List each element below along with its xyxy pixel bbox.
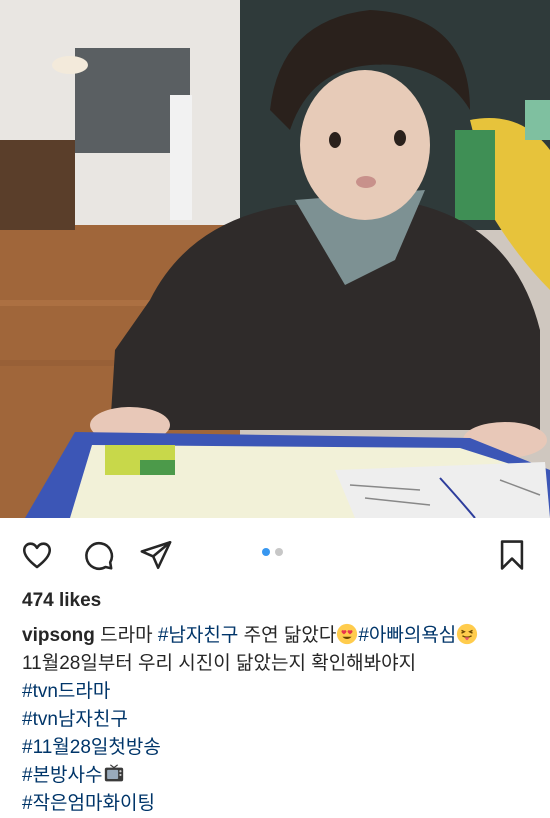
tv-emoji — [104, 764, 123, 782]
bookmark-icon[interactable] — [493, 536, 531, 574]
hashtag-link[interactable]: #tvn남자친구 — [22, 709, 128, 730]
caption-text: 주연 닮았다 — [238, 625, 337, 646]
hashtag-link[interactable]: #작은엄마화이팅 — [22, 793, 155, 814]
carousel-indicator — [262, 548, 283, 556]
tongue-wink-emoji — [457, 623, 478, 645]
caption-line-6: #본방사수 — [22, 762, 537, 790]
username[interactable]: vipsong — [22, 625, 95, 646]
post-caption: vipsong 드라마 #남자친구 주연 닮았다 #아빠의욕심 11월28일부터… — [22, 622, 537, 818]
caption-text: 드라마 — [94, 625, 158, 646]
likes-count[interactable]: 474 likes — [22, 590, 101, 612]
caption-line-5: #11월28일첫방송 — [22, 734, 537, 762]
caption-line-2: 11월28일부터 우리 시진이 닮았는지 확인해봐야지 — [22, 653, 417, 674]
child-at-table-image — [0, 0, 550, 518]
comment-icon[interactable] — [79, 536, 117, 574]
hashtag-link[interactable]: #남자친구 — [158, 625, 239, 646]
caption-line-4: #tvn남자친구 — [22, 706, 537, 734]
caption-line-7: #작은엄마화이팅 — [22, 790, 537, 818]
hashtag-link[interactable]: #아빠의욕심 — [358, 625, 456, 646]
caption-line-3: #tvn드라마 — [22, 678, 537, 706]
hashtag-link[interactable]: #tvn드라마 — [22, 681, 110, 702]
post-photo[interactable] — [0, 0, 550, 518]
hashtag-link[interactable]: #본방사수 — [22, 765, 103, 786]
carousel-dot-active — [262, 548, 270, 556]
hashtag-link[interactable]: #11월28일첫방송 — [22, 737, 161, 758]
heart-eyes-emoji — [337, 623, 358, 645]
heart-icon[interactable] — [18, 536, 56, 574]
carousel-dot — [275, 548, 283, 556]
paper-plane-icon[interactable] — [137, 536, 175, 574]
caption-line-1: vipsong 드라마 #남자친구 주연 닮았다 #아빠의욕심 — [22, 622, 537, 650]
